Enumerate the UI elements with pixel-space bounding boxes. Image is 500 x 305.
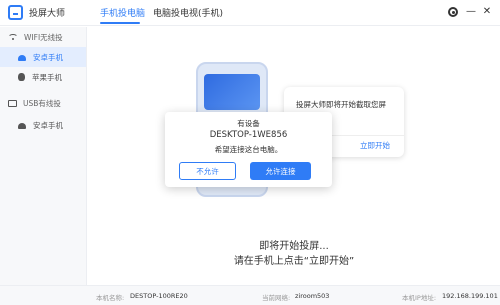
start-now-button[interactable]: 立即开始 (360, 140, 390, 151)
sidebar-section-wifi-label: WIFI无线投 (24, 33, 63, 42)
phone-screen-graphic (204, 74, 260, 110)
sidebar: WIFI无线投 安卓手机 苹果手机 USB有线投 安卓手机 (0, 27, 87, 285)
apple-icon (18, 73, 25, 81)
tab-pc-to-tv[interactable]: 电脑投电视(手机) (153, 6, 223, 19)
app-logo-icon (8, 5, 23, 20)
android-icon (18, 55, 26, 61)
ip-value: 192.168.199.101 (442, 292, 498, 300)
network-label: 当前网络: (262, 294, 291, 302)
waiting-instruction: 请在手机上点击“立即开始” (233, 256, 355, 267)
app-title: 投屏大师 (29, 9, 66, 19)
minimize-button[interactable]: — (464, 5, 478, 19)
dialog-line-1: 有设备 (237, 119, 260, 128)
close-button[interactable]: ✕ (480, 5, 494, 19)
sidebar-item-wifi-android[interactable]: 安卓手机 (0, 47, 86, 67)
title-bar: 投屏大师 手机投电脑 电脑投电视(手机) — ✕ (0, 0, 500, 26)
sidebar-item-usb-android[interactable]: 安卓手机 (0, 115, 86, 135)
waiting-message: 即将开始投屏... (259, 241, 329, 252)
usb-icon (8, 100, 17, 107)
device-name-value: DESTOP-100RE20 (130, 292, 188, 300)
sidebar-section-usb: USB有线投 (8, 98, 61, 109)
sidebar-section-wifi: WIFI无线投 (8, 32, 63, 43)
dialog-line-3: 希望连接这台电脑。 (214, 145, 283, 154)
active-tab-indicator (100, 22, 140, 24)
network-value: ziroom503 (295, 292, 330, 300)
connection-request-dialog: 有设备 DESKTOP-1WE856 希望连接这台电脑。 不允许 允许连接 (165, 112, 332, 187)
settings-icon[interactable] (448, 7, 458, 17)
android-icon (18, 123, 26, 129)
sidebar-item-wifi-apple[interactable]: 苹果手机 (0, 67, 86, 87)
sidebar-item-label: 苹果手机 (32, 72, 62, 82)
sidebar-item-label: 安卓手机 (33, 120, 63, 130)
dialog-device-name: DESKTOP-1WE856 (209, 130, 288, 140)
wifi-icon (8, 34, 18, 41)
sidebar-section-usb-label: USB有线投 (23, 99, 61, 108)
status-bar: 本机名称: DESTOP-100RE20 当前网络: ziroom503 本机I… (0, 285, 500, 305)
sidebar-item-label: 安卓手机 (33, 52, 63, 62)
deny-button[interactable]: 不允许 (179, 162, 236, 180)
device-name-label: 本机名称: (96, 294, 125, 302)
tab-phone-to-pc[interactable]: 手机投电脑 (100, 6, 145, 19)
ip-label: 本机IP地址: (402, 294, 437, 302)
allow-connection-button[interactable]: 允许连接 (250, 162, 311, 180)
